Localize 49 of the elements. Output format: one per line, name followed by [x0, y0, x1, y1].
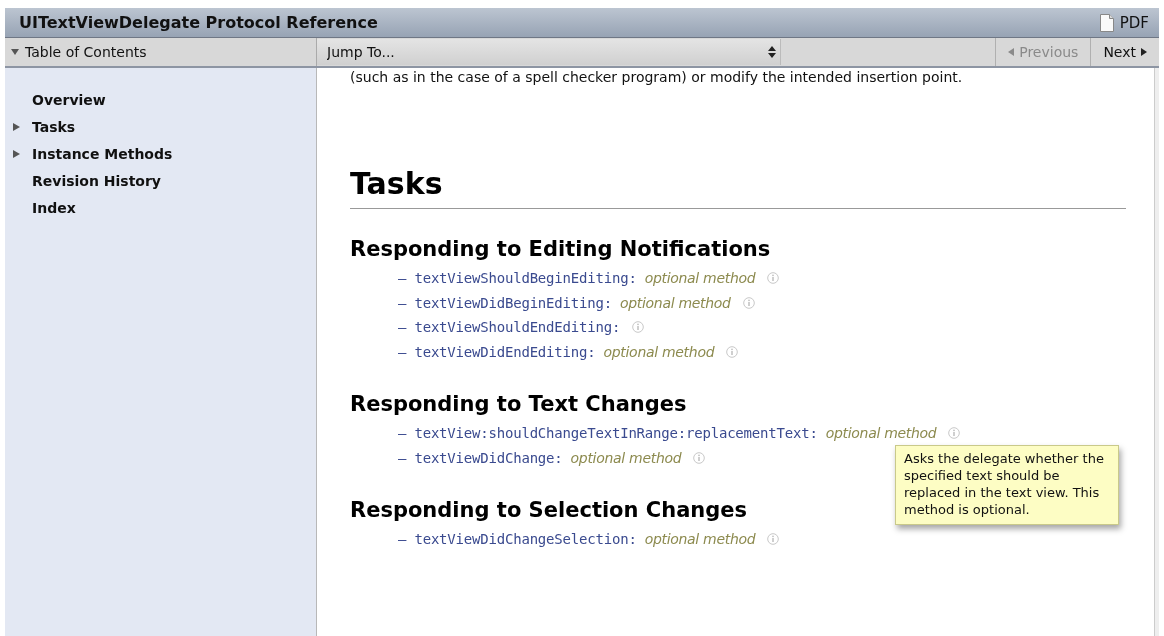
subsection-heading: Responding to Editing Notifications	[350, 236, 771, 263]
disclosure-triangle-icon	[11, 48, 19, 56]
dash-bullet: –	[398, 531, 407, 548]
toc-item-label[interactable]: Revision History	[32, 172, 161, 189]
pdf-button[interactable]: PDF	[1099, 13, 1149, 32]
jump-to-dropdown[interactable]: Jump To...	[317, 39, 781, 65]
stepper-arrows-icon	[768, 46, 776, 58]
toc-item-label[interactable]: Overview	[32, 91, 106, 108]
disclosure-triangle-icon[interactable]	[13, 122, 20, 131]
tooltip: Asks the delegate whether the specified text should be replaced in the text view. This method is optional.	[895, 445, 1119, 525]
document-icon	[1099, 13, 1114, 32]
dash-bullet: –	[398, 449, 407, 466]
dash-bullet: –	[398, 343, 407, 360]
method-link[interactable]: textViewShouldEndEditing:	[414, 319, 621, 336]
method-link[interactable]: textView:shouldChangeTextInRange:replacementText:	[414, 425, 818, 442]
info-icon[interactable]	[767, 533, 780, 546]
toc-item-label[interactable]: Instance Methods	[32, 145, 173, 162]
dash-bullet: –	[398, 425, 407, 442]
left-triangle-icon	[1008, 48, 1015, 56]
info-icon[interactable]	[742, 296, 755, 309]
optional-method-note: optional method	[619, 294, 731, 311]
method-link[interactable]: textViewDidEndEditing:	[414, 343, 596, 360]
toc-item-label[interactable]: Index	[32, 199, 76, 216]
method-link[interactable]: textViewDidBeginEditing:	[414, 294, 612, 311]
section-heading: Tasks	[350, 166, 444, 202]
toc-item-label[interactable]: Tasks	[32, 118, 76, 135]
info-icon[interactable]	[726, 345, 739, 358]
subsection-heading: Responding to Selection Changes	[350, 497, 748, 524]
dash-bullet: –	[398, 294, 407, 311]
optional-method-note: optional method	[570, 449, 682, 466]
optional-method-note: optional method	[825, 425, 937, 442]
optional-method-note: optional method	[603, 343, 715, 360]
method-link[interactable]: textViewDidChangeSelection:	[414, 531, 637, 548]
method-link[interactable]: textViewDidChange:	[414, 449, 563, 466]
intro-text: (such as in the case of a spell checker program) or modify the intended insertion point.	[350, 68, 963, 86]
info-icon[interactable]	[693, 451, 706, 464]
info-icon[interactable]	[632, 321, 645, 334]
disclosure-triangle-icon[interactable]	[13, 149, 20, 158]
jump-to-field[interactable]: Jump To...	[327, 44, 727, 60]
subsection-heading: Responding to Text Changes	[350, 391, 687, 418]
optional-method-note: optional method	[644, 270, 756, 287]
info-icon[interactable]	[948, 427, 961, 440]
window-title: UITextViewDelegate Protocol Reference	[19, 13, 378, 32]
optional-method-note: optional method	[644, 531, 756, 548]
dash-bullet: –	[398, 319, 407, 336]
right-triangle-icon	[1141, 48, 1147, 56]
info-icon[interactable]	[767, 272, 780, 285]
dash-bullet: –	[398, 270, 407, 287]
method-link[interactable]: textViewShouldBeginEditing:	[414, 270, 637, 287]
